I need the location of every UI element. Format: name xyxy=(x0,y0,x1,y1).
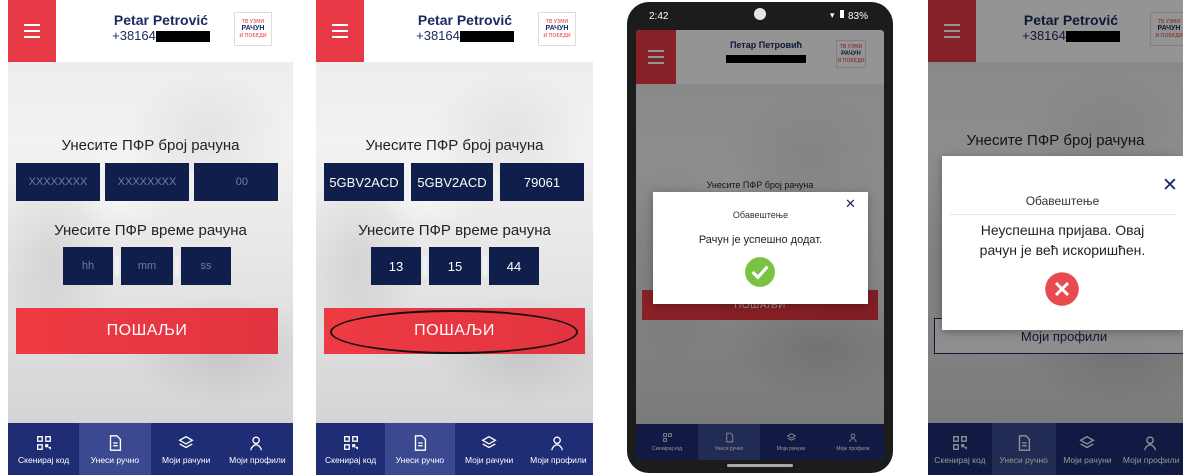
background-photo xyxy=(8,62,293,423)
screen-manual-entry-filled: Petar Petrović +38164 ТВ УЗМИ РАЧУН И ПОБЕ… xyxy=(316,0,593,475)
document-icon xyxy=(109,434,121,451)
second-input[interactable]: 44 xyxy=(489,247,539,285)
nav-my-receipts[interactable]: Моји рачуни xyxy=(151,423,222,475)
campaign-logo: ТВ УЗМИ РАЧУН И ПОБЕДИ xyxy=(538,12,576,46)
pfr-part1-input[interactable]: XXXXXXXX xyxy=(16,163,100,201)
menu-button[interactable] xyxy=(316,0,364,62)
success-notice-modal: Обавештење ✕ Рачун је успешно додат. xyxy=(653,192,868,304)
campaign-logo: ТВ УЗМИ РАЧУН И ПОБЕДИ xyxy=(234,12,272,46)
nav-manual-entry[interactable]: Унеси ручно xyxy=(79,423,151,475)
pfr-number-label: Унесите ПФР број рачуна xyxy=(61,137,240,154)
layers-icon xyxy=(178,435,194,448)
error-x-icon xyxy=(1045,272,1079,306)
redacted-phone xyxy=(459,31,514,43)
app-header: Petar Petrović +38164 ТВ УЗМИ РАЧУН И ПОБЕ… xyxy=(8,0,293,62)
pfr-part3-input[interactable]: 00 xyxy=(194,163,278,201)
status-time: 2:42 xyxy=(649,11,669,22)
status-bar: 2:42 ▾ 83% xyxy=(627,2,893,28)
hour-input[interactable]: hh xyxy=(63,247,113,285)
highlight-ellipse xyxy=(330,310,578,354)
pfr-time-label: Унесите ПФР време рачуна xyxy=(54,222,247,239)
user-phone: +38164 xyxy=(112,28,156,43)
pfr-part2-input[interactable]: 5GBV2ACD xyxy=(411,163,493,201)
minute-input[interactable]: 15 xyxy=(429,247,481,285)
nav-my-receipts[interactable]: Моји рачуни xyxy=(455,423,524,475)
battery-icon xyxy=(840,10,844,18)
screen-success-notice: Петар Петровић ТВ УЗМИ РАЧУН И ПОБЕДИ Унес… xyxy=(636,30,884,460)
pfr-part3-input[interactable]: 79061 xyxy=(500,163,584,201)
success-check-icon xyxy=(745,257,775,287)
user-name: Petar Petrović xyxy=(113,12,209,28)
notice-message: Рачун је успешно додат. xyxy=(698,234,823,246)
notice-message-line2: рачун је већ искоришћен. xyxy=(979,242,1146,258)
wifi-icon: ▾ xyxy=(830,10,835,20)
layers-icon xyxy=(481,435,497,448)
screen-error-notice: Petar Petrović +38164 ТВ УЗМИ РАЧУН И ПОБЕ… xyxy=(928,0,1183,475)
pfr-number-label: Унесите ПФР број рачуна xyxy=(365,137,544,154)
send-button[interactable]: ПОШАЉИ xyxy=(16,308,278,354)
home-indicator xyxy=(727,464,793,467)
bottom-nav: Скенирај код Унеси ручно Моји рачуни Мој… xyxy=(8,423,293,475)
nav-scan-code[interactable]: Скенирај код xyxy=(8,423,79,475)
user-icon xyxy=(551,435,564,450)
user-info: Petar Petrović +38164 xyxy=(400,12,530,43)
user-name: Petar Petrović xyxy=(417,12,513,28)
close-icon[interactable]: ✕ xyxy=(845,197,856,212)
nav-my-profiles[interactable]: Моји профили xyxy=(222,423,293,475)
hour-input[interactable]: 13 xyxy=(371,247,421,285)
hamburger-icon xyxy=(24,24,40,26)
minute-input[interactable]: mm xyxy=(121,247,173,285)
phone-frame: 2:42 ▾ 83% Петар Петровић ТВ УЗМИ РАЧУН И … xyxy=(627,2,893,473)
error-notice-modal: Обавештење ✕ Неуспешна пријава. Овај рач… xyxy=(942,156,1183,330)
qr-scan-icon xyxy=(343,435,358,450)
screen-manual-entry-empty: Petar Petrović +38164 ТВ УЗМИ РАЧУН И ПОБЕ… xyxy=(8,0,293,475)
notice-message-line1: Неуспешна пријава. Овај xyxy=(980,222,1145,238)
notice-title: Обавештење xyxy=(1025,194,1100,208)
user-phone: +38164 xyxy=(416,28,460,43)
nav-manual-entry[interactable]: Унеси ручно xyxy=(385,423,455,475)
user-info: Petar Petrović +38164 xyxy=(96,12,226,43)
app-header: Petar Petrović +38164 ТВ УЗМИ РАЧУН И ПОБЕ… xyxy=(316,0,593,62)
redacted-phone xyxy=(155,31,210,43)
nav-scan-code[interactable]: Скенирај код xyxy=(316,423,385,475)
second-input[interactable]: ss xyxy=(181,247,231,285)
pfr-part2-input[interactable]: XXXXXXXX xyxy=(105,163,189,201)
pfr-part1-input[interactable]: 5GBV2ACD xyxy=(324,163,404,201)
user-icon xyxy=(250,435,263,450)
qr-scan-icon xyxy=(36,435,51,450)
camera-icon xyxy=(754,8,766,20)
notice-title: Обавештење xyxy=(732,210,789,220)
nav-my-profiles[interactable]: Моји профили xyxy=(524,423,593,475)
battery-level: 83% xyxy=(848,11,869,22)
bottom-nav: Скенирај код Унеси ручно Моји рачуни Мој… xyxy=(316,423,593,475)
close-icon[interactable]: ✕ xyxy=(1162,174,1178,196)
document-icon xyxy=(414,434,426,451)
menu-button[interactable] xyxy=(8,0,56,62)
hamburger-icon xyxy=(332,24,348,26)
pfr-time-label: Унесите ПФР време рачуна xyxy=(358,222,551,239)
background-photo xyxy=(316,62,593,423)
